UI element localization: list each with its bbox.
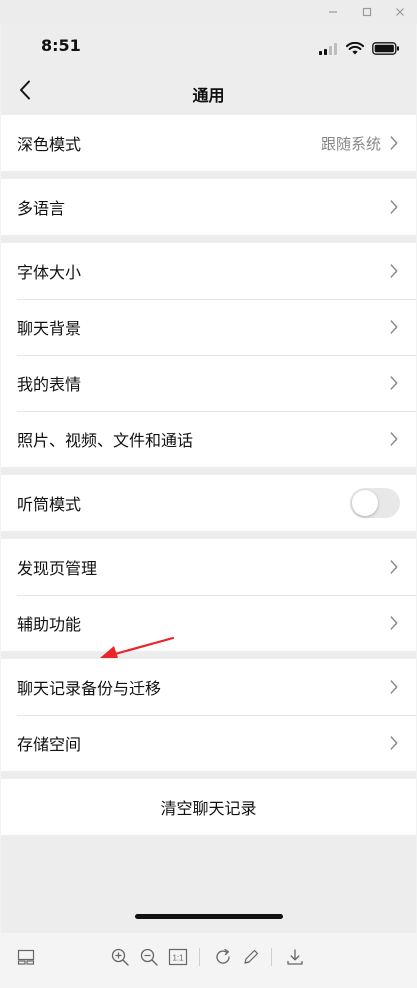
- row-earpiece-mode: 听筒模式: [1, 475, 416, 531]
- row-discover-management[interactable]: 发现页管理: [1, 539, 416, 595]
- chevron-right-icon: [388, 199, 400, 215]
- chevron-right-icon: [388, 679, 400, 695]
- actual-size-label: 1:1: [172, 954, 184, 963]
- zoom-out-icon[interactable]: [137, 945, 161, 969]
- row-accessibility[interactable]: 辅助功能: [1, 595, 416, 651]
- window-titlebar: [0, 0, 417, 24]
- zoom-in-icon[interactable]: [108, 945, 132, 969]
- download-icon[interactable]: [283, 945, 307, 969]
- earpiece-mode-toggle[interactable]: [350, 488, 400, 518]
- wifi-icon: [345, 40, 365, 59]
- battery-icon: [372, 40, 400, 59]
- row-chat-backup-migration[interactable]: 聊天记录备份与迁移: [1, 659, 416, 715]
- row-label: 我的表情: [17, 375, 82, 394]
- viewer-toolbar: 1:1: [0, 933, 417, 988]
- row-language[interactable]: 多语言: [1, 179, 416, 235]
- minimize-icon[interactable]: [325, 4, 341, 20]
- settings-group-features: 发现页管理 辅助功能: [1, 539, 416, 651]
- nav-bar: 通用: [1, 74, 416, 112]
- row-label: 辅助功能: [17, 615, 82, 634]
- row-storage-space[interactable]: 存储空间: [1, 715, 416, 771]
- settings-group-earpiece: 听筒模式: [1, 475, 416, 531]
- chevron-right-icon: [388, 559, 400, 575]
- home-indicator: [135, 914, 283, 919]
- chevron-right-icon: [388, 431, 400, 447]
- toolbar-divider: [271, 948, 272, 966]
- row-label: 深色模式: [17, 135, 82, 154]
- status-icons: [319, 39, 400, 59]
- close-icon[interactable]: [392, 4, 408, 20]
- edit-icon[interactable]: [239, 945, 263, 969]
- row-label: 多语言: [17, 199, 66, 218]
- row-font-size[interactable]: 字体大小: [1, 243, 416, 299]
- row-chat-background[interactable]: 聊天背景: [1, 299, 416, 355]
- settings-group-appearance: 深色模式 跟随系统: [1, 115, 416, 171]
- maximize-icon[interactable]: [359, 4, 375, 20]
- chevron-right-icon: [388, 319, 400, 335]
- row-label: 听筒模式: [17, 495, 82, 514]
- settings-group-clear: 清空聊天记录: [1, 779, 416, 835]
- signal-icon: [319, 40, 338, 59]
- settings-list: 深色模式 跟随系统 多语言 字体大小 聊天背景 我的表情 照片、视频、文件和通话…: [1, 115, 416, 843]
- row-label: 字体大小: [17, 263, 82, 282]
- status-time: 8:51: [41, 36, 81, 55]
- toggle-knob: [352, 490, 378, 516]
- row-media-files-calls[interactable]: 照片、视频、文件和通话: [1, 411, 416, 467]
- row-label: 照片、视频、文件和通话: [17, 431, 194, 450]
- row-label: 聊天记录备份与迁移: [17, 679, 162, 698]
- row-my-stickers[interactable]: 我的表情: [1, 355, 416, 411]
- row-label: 聊天背景: [17, 319, 82, 338]
- chevron-right-icon: [388, 263, 400, 279]
- toolbar-divider: [199, 948, 200, 966]
- page-title: 通用: [192, 86, 225, 105]
- row-value: 跟随系统: [320, 134, 381, 153]
- phone-screen: 8:51 通用 深色模式 跟随系统 多语言 字体大小 聊天背景 我的表情 照片、…: [1, 24, 416, 933]
- status-bar: 8:51: [1, 24, 416, 74]
- clear-chat-history-label: 清空聊天记录: [160, 799, 257, 818]
- row-dark-mode[interactable]: 深色模式 跟随系统: [1, 115, 416, 171]
- rotate-icon[interactable]: [211, 945, 235, 969]
- chevron-right-icon: [388, 735, 400, 751]
- row-label: 发现页管理: [17, 559, 98, 578]
- clear-chat-history-button[interactable]: 清空聊天记录: [1, 779, 416, 835]
- settings-group-display: 字体大小 聊天背景 我的表情 照片、视频、文件和通话: [1, 243, 416, 467]
- settings-group-language: 多语言: [1, 179, 416, 235]
- chevron-right-icon: [388, 375, 400, 391]
- row-label: 存储空间: [17, 735, 82, 754]
- thumbnail-icon[interactable]: [14, 945, 38, 969]
- settings-group-storage: 聊天记录备份与迁移 存储空间: [1, 659, 416, 771]
- actual-size-icon[interactable]: 1:1: [166, 945, 190, 969]
- chevron-right-icon: [388, 135, 400, 151]
- chevron-right-icon: [388, 615, 400, 631]
